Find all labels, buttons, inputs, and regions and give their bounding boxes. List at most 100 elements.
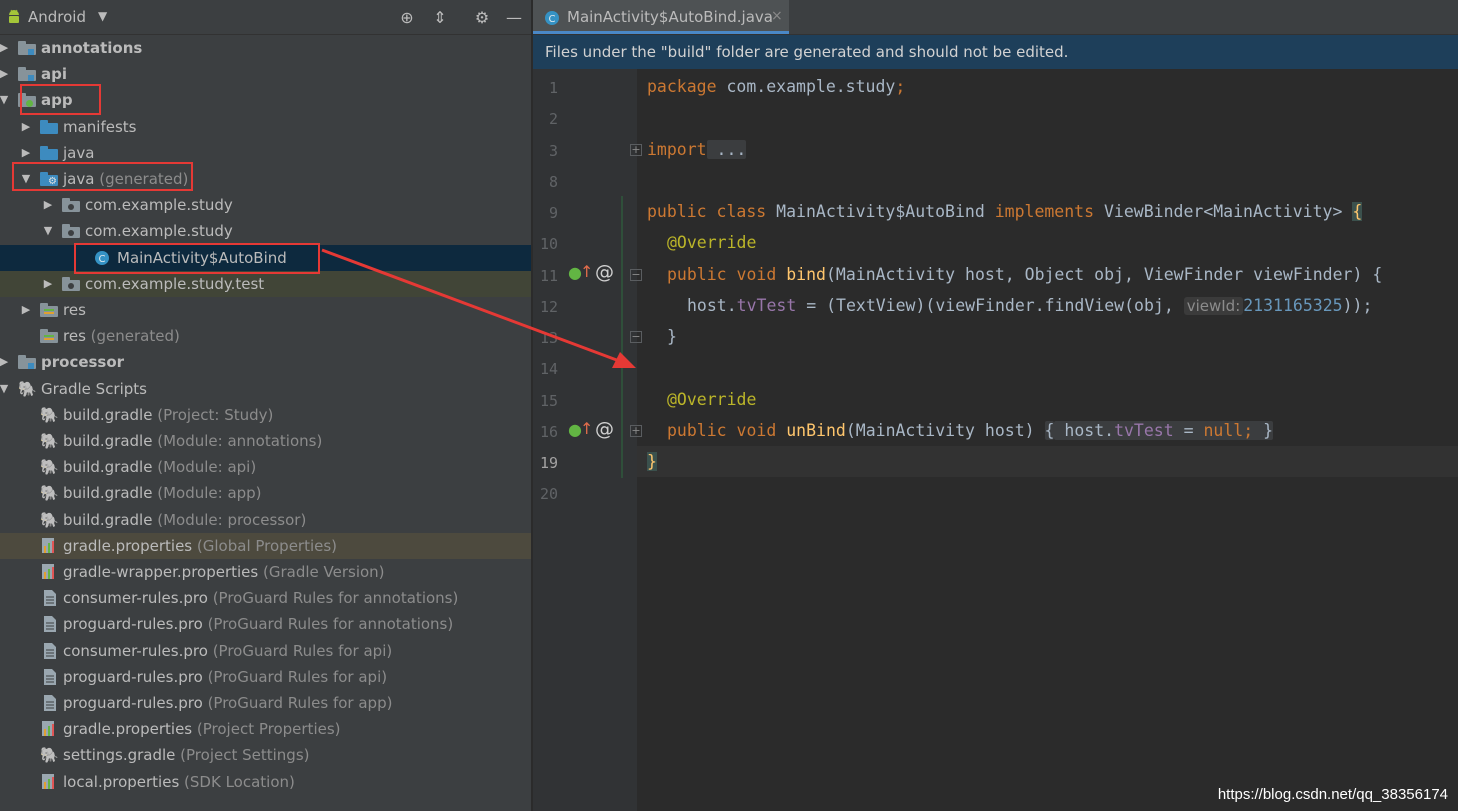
code-line-11[interactable]: public void bind(MainActivity host, Obje… [667, 265, 1382, 284]
project-view-selector[interactable]: Android [28, 8, 86, 26]
properties-file-icon [42, 537, 54, 553]
properties-file-icon [42, 564, 54, 579]
tab-mainactivity-autobind[interactable]: C MainActivity$AutoBind.java × [533, 0, 789, 34]
watermark: https://blog.csdn.net/qq_38356174 [1217, 786, 1448, 803]
tree-item[interactable]: consumer-rules.pro (ProGuard Rules for a… [0, 638, 531, 664]
tree-item[interactable]: proguard-rules.pro (ProGuard Rules for a… [0, 611, 531, 637]
tree-item[interactable]: ▶ manifests [0, 114, 531, 140]
tree-item-label: Gradle Scripts [41, 379, 147, 398]
code-line-16[interactable]: public void unBind(MainActivity host) { … [667, 421, 1274, 440]
expand-arrow-icon[interactable]: ▶ [0, 61, 10, 87]
gear-icon[interactable]: ⚙ [472, 8, 492, 28]
tree-item-label: com.example.study [85, 196, 233, 215]
code-line-1[interactable]: package com.example.study; [647, 77, 905, 96]
line-number: 14 [539, 360, 558, 378]
tree-item[interactable]: 🐘 build.gradle (Module: annotations) [0, 428, 531, 454]
tree-item[interactable]: gradle.properties (Global Properties) [0, 532, 531, 559]
tree-item[interactable]: 🐘 build.gradle (Module: app) [0, 480, 531, 506]
tree-item[interactable]: gradle-wrapper.properties (Gradle Versio… [0, 559, 531, 585]
expand-arrow-icon[interactable]: ▶ [42, 271, 54, 297]
collapse-arrow-icon[interactable]: ▼ [42, 218, 54, 244]
tree-item[interactable]: ▼ 🐘 Gradle Scripts [0, 376, 531, 402]
tree-item-label: build.gradle (Module: api) [63, 458, 257, 477]
tree-item[interactable]: ▼ com.example.study [0, 218, 531, 244]
tree-item-label: build.gradle (Module: annotations) [63, 432, 323, 450]
tree-item-hint: (Global Properties) [196, 536, 338, 555]
locate-icon[interactable]: ⊕ [397, 8, 417, 28]
tree-item[interactable]: ▶ res [0, 297, 531, 323]
module-icon [18, 41, 36, 55]
tree-item-label: res [63, 301, 86, 319]
line-number: 11 [539, 267, 558, 285]
tree-item-label: settings.gradle (Project Settings) [63, 746, 310, 765]
class-icon: C [545, 11, 559, 25]
tree-item[interactable]: consumer-rules.pro (ProGuard Rules for a… [0, 585, 531, 611]
tree-item-hint: (Module: annotations) [157, 432, 323, 450]
collapse-arrow-icon[interactable]: ▼ [0, 87, 10, 113]
tree-item-hint: (Module: processor) [157, 510, 307, 529]
tree-item[interactable]: proguard-rules.pro (ProGuard Rules for a… [0, 664, 531, 690]
tree-item[interactable]: 🐘 build.gradle (Module: api) [0, 454, 531, 480]
chevron-down-icon[interactable]: ▼ [98, 9, 107, 23]
tree-item[interactable]: ▶ processor [0, 349, 531, 375]
fold-collapse-icon[interactable]: − [630, 269, 642, 281]
code-line-12[interactable]: host.tvTest = (TextView)(viewFinder.find… [687, 296, 1372, 315]
collapse-all-icon[interactable]: ⇕ [430, 8, 450, 28]
properties-file-icon [42, 773, 54, 789]
collapse-arrow-icon[interactable]: ▼ [0, 376, 10, 402]
tree-item[interactable]: ▶ com.example.study.test [0, 270, 531, 297]
line-number: 12 [539, 298, 558, 316]
tree-item[interactable]: local.properties (SDK Location) [0, 769, 531, 795]
tree-item[interactable]: gradle.properties (Project Properties) [0, 716, 531, 742]
module-icon [18, 355, 36, 370]
tree-item[interactable]: res (generated) [0, 323, 531, 349]
tree-item-label: gradle.properties (Project Properties) [63, 720, 341, 739]
tree-item-label: processor [41, 353, 125, 372]
expand-arrow-icon[interactable]: ▶ [0, 349, 10, 375]
tree-item[interactable]: 🐘 build.gradle (Project: Study) [0, 402, 531, 428]
expand-arrow-icon[interactable]: ▶ [20, 297, 32, 323]
fold-expand-icon[interactable]: + [630, 144, 642, 156]
text-file-icon [44, 616, 56, 633]
tree-item-hint: (ProGuard Rules for annotations) [207, 615, 454, 634]
code-line-10[interactable]: @Override [667, 233, 756, 252]
code-line-13[interactable]: } [667, 327, 677, 346]
gradle-elephant-icon: 🐘 [40, 458, 59, 477]
tree-item[interactable]: 🐘 build.gradle (Module: processor) [0, 507, 531, 533]
tree-item-hint: (Project: Study) [157, 405, 274, 424]
tree-item-label: build.gradle (Module: processor) [63, 510, 307, 529]
tree-item-hint: (Module: app) [157, 484, 262, 503]
fold-collapse-icon[interactable]: − [630, 331, 642, 343]
folder-icon [40, 119, 58, 134]
tree-item[interactable]: ▶ com.example.study [0, 192, 531, 218]
code-line-15[interactable]: @Override [667, 390, 756, 409]
minimize-icon[interactable]: — [504, 8, 524, 28]
tree-item[interactable]: proguard-rules.pro (ProGuard Rules for a… [0, 690, 531, 716]
code-editor: C MainActivity$AutoBind.java × Files und… [533, 0, 1458, 811]
line-number: 19 [539, 454, 558, 472]
package-icon [62, 276, 80, 291]
code-line-9[interactable]: public class MainActivity$AutoBind imple… [647, 202, 1363, 221]
gradle-elephant-icon: 🐘 [40, 510, 59, 529]
close-icon[interactable]: × [771, 8, 783, 24]
annotation-at-icon: @ [595, 418, 614, 440]
fold-expand-icon[interactable]: + [630, 425, 642, 437]
current-line-highlight [637, 446, 1458, 477]
tab-title: MainActivity$AutoBind.java [567, 8, 773, 26]
up-arrow-icon[interactable]: ↑ [580, 262, 593, 281]
code-line-19[interactable]: } [647, 452, 657, 471]
expand-arrow-icon[interactable]: ▶ [20, 114, 32, 140]
expand-arrow-icon[interactable]: ▶ [42, 192, 54, 218]
annotation-at-icon: @ [595, 261, 614, 283]
tree-item[interactable]: 🐘 settings.gradle (Project Settings) [0, 742, 531, 768]
expand-arrow-icon[interactable]: ▶ [0, 35, 10, 61]
annotation-box-java-generated [12, 162, 193, 191]
resources-folder-icon [40, 329, 58, 344]
tree-item[interactable]: ▶ annotations [0, 35, 531, 61]
text-file-icon [44, 695, 56, 711]
tree-item-hint: (generated) [90, 327, 180, 346]
folder-icon [40, 145, 58, 160]
up-arrow-icon[interactable]: ↑ [580, 419, 593, 438]
code-line-3[interactable]: import ... [647, 140, 747, 159]
line-number: 8 [548, 173, 558, 191]
